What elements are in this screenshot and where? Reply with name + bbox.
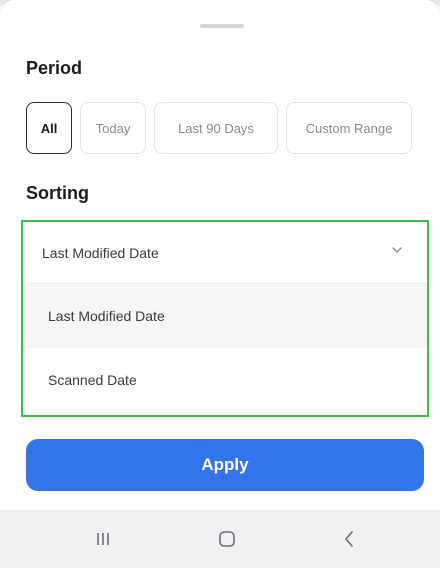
filter-sort-screen: Period All Today Last 90 Days Custom Ran…	[0, 0, 440, 568]
recent-apps-button[interactable]	[81, 524, 125, 554]
system-navigation-bar	[0, 510, 440, 568]
sorting-option-last-modified-date[interactable]: Last Modified Date	[23, 284, 427, 348]
bottom-sheet: Period All Today Last 90 Days Custom Ran…	[0, 0, 440, 510]
sorting-title: Sorting	[26, 183, 89, 203]
sorting-dropdown: Last Modified Date Last Modified Date Sc…	[21, 220, 429, 417]
period-chip-group: All Today Last 90 Days Custom Range	[26, 102, 412, 154]
period-title: Period	[26, 58, 83, 78]
sorting-option-scanned-date[interactable]: Scanned Date	[23, 348, 427, 412]
home-icon	[219, 531, 235, 547]
back-button[interactable]	[327, 524, 371, 554]
period-chip-custom-range[interactable]: Custom Range	[286, 102, 412, 154]
sorting-selected-value: Last Modified Date	[42, 244, 159, 261]
option-label: Scanned Date	[48, 372, 137, 388]
chevron-down-icon	[392, 247, 402, 253]
sorting-select[interactable]: Last Modified Date	[23, 222, 427, 284]
option-label: Last Modified Date	[48, 308, 165, 324]
back-icon	[345, 531, 353, 547]
period-chip-last-90-days[interactable]: Last 90 Days	[154, 102, 278, 154]
period-chip-all[interactable]: All	[26, 102, 72, 154]
recent-apps-icon	[97, 533, 109, 545]
home-button[interactable]	[205, 524, 249, 554]
period-chip-today[interactable]: Today	[80, 102, 146, 154]
apply-button[interactable]: Apply	[26, 439, 424, 491]
sheet-drag-handle[interactable]	[200, 24, 244, 28]
